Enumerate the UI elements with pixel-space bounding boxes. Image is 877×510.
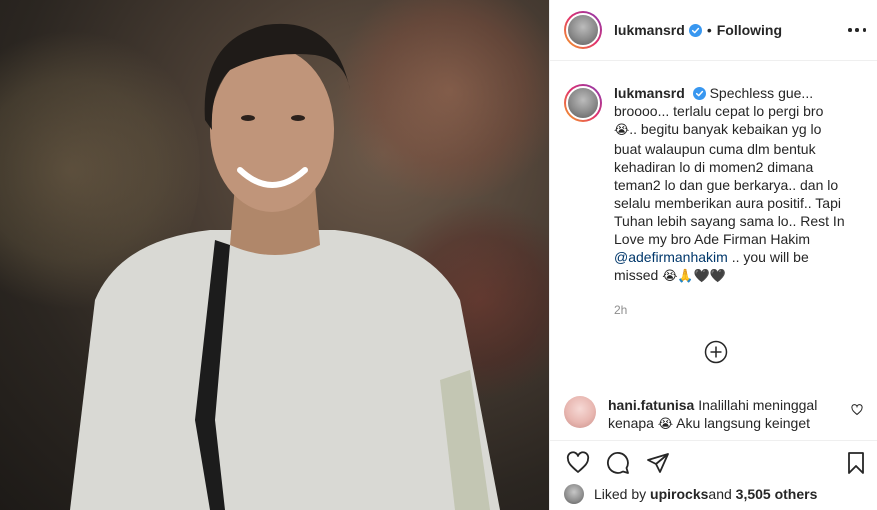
separator-dot: • <box>706 22 712 38</box>
post-sidebar: lukmansrd • Following lukmansrd Spechles… <box>549 0 877 510</box>
post-photo[interactable] <box>0 0 549 510</box>
verified-badge-icon <box>692 87 706 100</box>
post-timestamp[interactable]: 2h <box>614 303 627 317</box>
comment-text: hani.fatunisa Inalillahi meninggal kenap… <box>608 396 836 434</box>
likes-prefix: Liked by <box>594 486 647 502</box>
commenter-username[interactable]: hani.fatunisa <box>608 397 694 413</box>
plus-circle-icon[interactable] <box>704 340 728 364</box>
caption-text: lukmansrd Spechless gue... broooo... ter… <box>614 84 850 286</box>
caption-author-avatar[interactable] <box>564 84 602 122</box>
verified-badge-icon <box>688 23 702 37</box>
following-button[interactable]: Following <box>717 22 782 38</box>
crying-emoji: 😭 <box>614 123 630 138</box>
action-bar <box>550 440 877 484</box>
likes-middle: and <box>708 486 732 502</box>
heart-icon[interactable] <box>566 451 590 475</box>
mention-link[interactable]: @adefirmanhakim <box>614 249 728 265</box>
share-icon[interactable] <box>646 451 670 475</box>
comment-body-2: Aku langsung keinget <box>673 415 811 431</box>
more-icon[interactable] <box>848 22 866 38</box>
post-header: lukmansrd • Following <box>550 0 877 61</box>
avatar-image <box>566 86 600 120</box>
post-caption: lukmansrd Spechless gue... broooo... ter… <box>564 84 864 286</box>
liker-username[interactable]: upirocks <box>650 486 708 502</box>
comment-item: hani.fatunisa Inalillahi meninggal kenap… <box>564 396 864 434</box>
author-username[interactable]: lukmansrd <box>614 22 685 38</box>
caption-username[interactable]: lukmansrd <box>614 85 685 101</box>
comment-heart-icon[interactable] <box>851 404 863 416</box>
likes-summary: Liked by upirocks and 3,505 others <box>564 484 817 504</box>
liker-avatar[interactable] <box>564 484 584 504</box>
author-avatar[interactable] <box>564 11 602 49</box>
commenter-avatar[interactable] <box>564 396 596 428</box>
bookmark-icon[interactable] <box>844 451 868 475</box>
comment-icon[interactable] <box>606 451 630 475</box>
caption-end-emojis: 😭🙏🖤🖤 <box>662 269 726 284</box>
caption-body-2: .. begitu banyak kebaikan yg lo buat wal… <box>614 121 845 247</box>
likes-count[interactable]: 3,505 others <box>736 486 818 502</box>
person-illustration <box>70 23 500 510</box>
crying-emoji: 😭 <box>657 417 674 432</box>
avatar-image <box>566 13 600 47</box>
